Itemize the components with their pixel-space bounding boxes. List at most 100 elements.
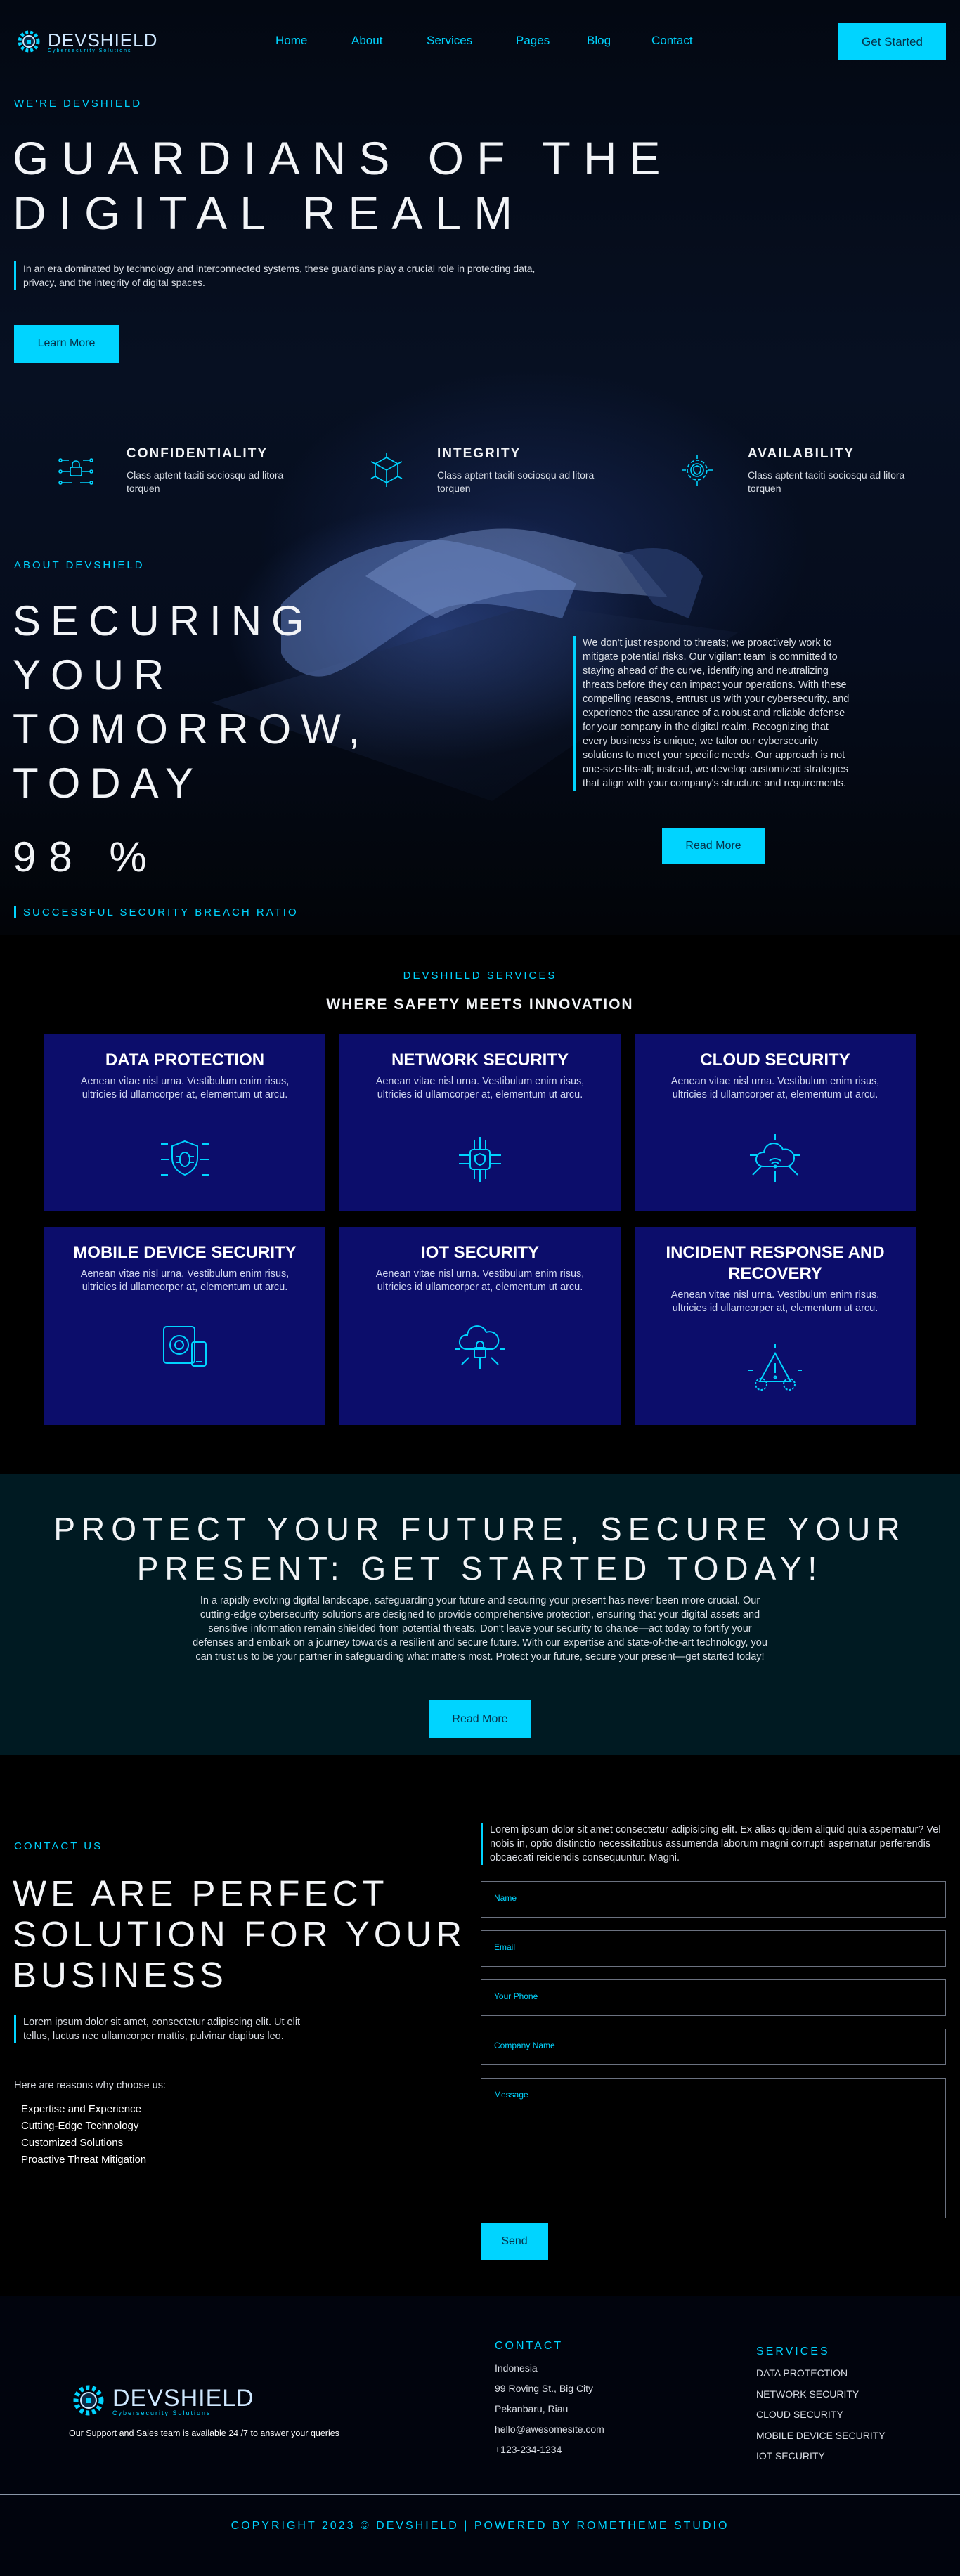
get-started-button[interactable]: Get Started [838,23,946,60]
nav-services[interactable]: Services [427,34,516,48]
footer-service-link[interactable]: MOBILE DEVICE SECURITY [756,2426,886,2447]
service-card-cloud-security[interactable]: CLOUD SECURITY Aenean vitae nisl urna. V… [635,1034,916,1211]
service-card-title: NETWORK SECURITY [391,1050,569,1069]
feature-title: AVAILABILITY [748,446,855,461]
about-title-line-2: YOUR [13,651,174,698]
service-card-title: INCIDENT RESPONSE AND RECOVERY [666,1243,885,1283]
circuit-shield-icon [459,1137,501,1182]
alert-gear-icon [748,1344,802,1391]
brand-logo[interactable]: DEVSHIELD Cybersecurity Solutions [14,27,157,56]
footer-service-link[interactable]: IOT SECURITY [756,2446,886,2467]
about-stat: 98 % [13,833,160,880]
service-card-incident-response[interactable]: INCIDENT RESPONSE AND RECOVERY Aenean vi… [635,1227,916,1425]
about-title-line-4: TODAY [13,760,204,807]
service-card-network-security[interactable]: NETWORK SECURITY Aenean vitae nisl urna.… [339,1034,621,1211]
company-field[interactable]: Company Name [481,2029,946,2065]
nav-links: Home About Services Pages Blog Contact [275,34,708,48]
footer-email[interactable]: hello@awesomesite.com [495,2419,604,2440]
learn-more-button[interactable]: Learn More [14,325,119,363]
service-card-text: Aenean vitae nisl urna. Vestibulum enim … [80,1076,290,1100]
footer-contact: CONTACT Indonesia 99 Roving St., Big Cit… [495,2340,604,2460]
brand-name: DEVSHIELD [112,2384,254,2412]
message-field[interactable]: Message [481,2078,946,2218]
service-card-data-protection[interactable]: DATA PROTECTION Aenean vitae nisl urna. … [44,1034,325,1211]
hero-title-line-2: DIGITAL REALM [13,187,526,239]
top-navbar: DEVSHIELD Cybersecurity Solutions Home A… [0,0,960,84]
cta-title-line-2: PRESENT: GET STARTED TODAY! [136,1550,824,1587]
cloud-lock-icon [455,1325,505,1369]
contact-description: Lorem ipsum dolor sit amet, consectetur … [14,2015,309,2043]
services-title: WHERE SAFETY MEETS INNOVATION [326,996,634,1013]
footer-phone[interactable]: +123-234-1234 [495,2440,604,2460]
nav-home[interactable]: Home [275,34,351,48]
about-title-line-3: TOMORROW, [13,705,370,753]
service-card-iot-security[interactable]: IOT SECURITY Aenean vitae nisl urna. Ves… [339,1227,621,1425]
footer-service-link[interactable]: DATA PROTECTION [756,2363,886,2384]
footer-street: 99 Roving St., Big City [495,2383,594,2394]
list-item: Customized Solutions [21,2137,124,2149]
contact-title: WE ARE PERFECT SOLUTION FOR YOUR BUSINES… [13,1873,491,1996]
contact-title-line-2: SOLUTION FOR YOUR [13,1914,467,1954]
hero-section: DEVSHIELD Cybersecurity Solutions Home A… [0,0,960,935]
feature-text: Class aptent taciti sociosqu ad litora t… [437,469,595,494]
nav-contact[interactable]: Contact [651,34,708,48]
about-eyebrow: ABOUT DEVSHIELD [14,559,145,571]
service-card-text: Aenean vitae nisl urna. Vestibulum enim … [375,1268,585,1293]
cta-title-line-1: PROTECT YOUR FUTURE, SECURE YOUR [53,1511,907,1547]
gear-logo-icon [18,30,40,53]
cta-description: In a rapidly evolving digital landscape,… [193,1595,767,1663]
footer-contact-title: CONTACT [495,2340,564,2352]
contact-form-description: Lorem ipsum dolor sit amet consectetur a… [481,1823,946,1865]
cta-section: PROTECT YOUR FUTURE, SECURE YOUR PRESENT… [0,1474,960,1755]
reasons-label: Here are reasons why choose us: [14,2080,166,2091]
nav-pages[interactable]: Pages [516,34,587,48]
footer-divider [0,2494,960,2495]
cloud-wifi-icon [750,1134,800,1182]
cube-chip-icon [370,453,403,487]
about-stat-label: SUCCESSFUL SECURITY BREACH RATIO [14,906,299,918]
reasons-list: Expertise and Experience Cutting-Edge Te… [21,2101,146,2168]
footer-city: Pekanbaru, Riau [495,2403,569,2414]
footer-copyright: COPYRIGHT 2023 © DEVSHIELD | POWERED BY … [231,2520,729,2532]
send-button[interactable]: Send [481,2223,548,2260]
footer-service-link[interactable]: CLOUD SECURITY [756,2405,886,2426]
nav-blog[interactable]: Blog [587,34,651,48]
hero-title-line-1: GUARDIANS OF THE [13,132,673,184]
about-title: SECURING YOUR TOMORROW, TODAY [13,594,448,810]
name-field[interactable]: Name [481,1881,946,1918]
gear-logo-icon [73,2385,104,2416]
service-card-mobile-device-security[interactable]: MOBILE DEVICE SECURITY Aenean vitae nisl… [44,1227,325,1425]
contact-title-line-3: BUSINESS [13,1955,228,1995]
feature-text: Class aptent taciti sociosqu ad litora t… [127,469,284,494]
nav-about[interactable]: About [351,34,427,48]
service-card-title: DATA PROTECTION [105,1050,265,1069]
bug-shield-icon [161,1140,209,1176]
contact-title-line-1: WE ARE PERFECT [13,1873,389,1913]
footer-country: Indonesia [495,2362,538,2374]
phone-field[interactable]: Your Phone [481,1979,946,2016]
service-card-text: Aenean vitae nisl urna. Vestibulum enim … [375,1076,585,1100]
footer-logo[interactable]: DEVSHIELD Cybersecurity Solutions [69,2381,254,2420]
list-item: Proactive Threat Mitigation [21,2154,147,2166]
service-card-text: Aenean vitae nisl urna. Vestibulum enim … [670,1076,880,1100]
feature-title: INTEGRITY [437,446,521,461]
feature-text: Class aptent taciti sociosqu ad litora t… [748,469,905,494]
about-title-line-1: SECURING [13,597,314,644]
about-read-more-button[interactable]: Read More [662,828,765,864]
hero-title: GUARDIANS OF THE DIGITAL REALM [13,131,715,240]
hero-eyebrow: WE'RE DEVSHIELD [14,98,143,110]
service-card-title: CLOUD SECURITY [700,1050,850,1069]
gear-shield-icon [682,455,713,486]
cta-read-more-button[interactable]: Read More [429,1700,531,1738]
list-item: Expertise and Experience [21,2103,141,2115]
hero-description: In an era dominated by technology and in… [14,261,548,290]
footer-services: SERVICES DATA PROTECTION NETWORK SECURIT… [756,2346,886,2467]
mobile-devices-icon [163,1326,207,1367]
list-item: Cutting-Edge Technology [21,2120,139,2132]
footer-service-link[interactable]: NETWORK SECURITY [756,2384,886,2405]
services-eyebrow: DEVSHIELD SERVICES [403,970,557,982]
footer-services-title: SERVICES [756,2346,830,2357]
network-lock-icon [58,458,93,485]
email-field[interactable]: Email [481,1930,946,1967]
service-card-text: Aenean vitae nisl urna. Vestibulum enim … [670,1289,880,1314]
